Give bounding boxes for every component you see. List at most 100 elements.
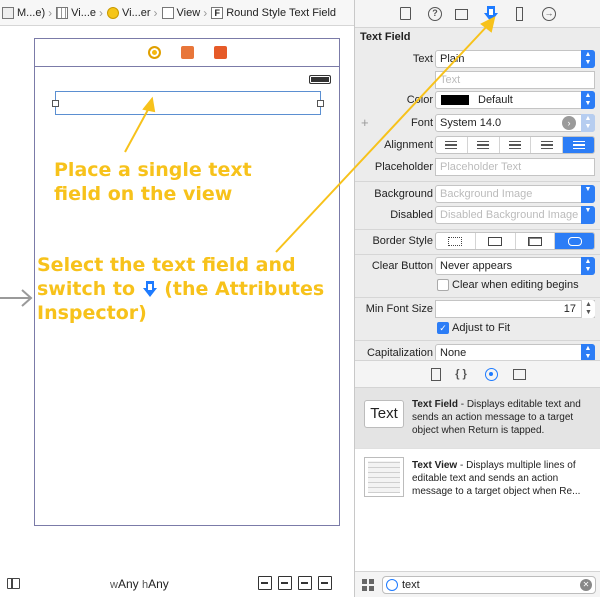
popup-value: Never appears	[440, 260, 513, 272]
popup-chevron-icon: ▲ ▼	[581, 50, 595, 68]
resize-handle-right[interactable]	[317, 100, 324, 107]
text-value-field[interactable]: Text	[435, 71, 595, 89]
crumb-scene[interactable]: Vi...e ›	[56, 0, 107, 25]
selected-text-field[interactable]	[52, 91, 324, 115]
align-center-icon[interactable]	[468, 137, 500, 153]
attributes-inspector: Text Field Text Plain ▲ ▼ Text Color Defa…	[355, 28, 600, 362]
border-style-row: Border Style	[355, 232, 600, 250]
border-style-segmented-control[interactable]	[435, 232, 595, 250]
border-bezel-icon[interactable]	[516, 233, 556, 249]
field-value: 17	[563, 303, 576, 315]
attributes-inspector-icon[interactable]	[483, 4, 499, 24]
combo-chevron-icon: ▼	[581, 206, 595, 224]
inspector-selector-bar: ? →	[355, 0, 600, 28]
pin-icon[interactable]	[298, 576, 312, 590]
font-picker-icon[interactable]: ›	[562, 116, 576, 130]
attributes-inspector-icon	[142, 281, 157, 297]
divider	[355, 254, 600, 255]
object-library-icon[interactable]	[485, 368, 498, 381]
size-class-any: Any	[148, 577, 169, 591]
library-item-text-view[interactable]: Text View - Displays multiple lines of e…	[355, 449, 600, 509]
clear-filter-icon[interactable]: ✕	[580, 579, 592, 591]
divider	[355, 181, 600, 182]
border-rounded-icon[interactable]	[555, 233, 594, 249]
library-item-text-field[interactable]: Text Text Field - Displays editable text…	[355, 388, 600, 448]
combo-value: Disabled Background Image	[440, 209, 579, 221]
resolve-auto-layout-icon[interactable]	[318, 576, 332, 590]
first-responder-icon[interactable]	[180, 46, 194, 59]
instruction-place-text-field: Place a single text field on the view	[54, 159, 252, 205]
grid-view-icon[interactable]	[362, 579, 374, 591]
media-library-icon[interactable]	[513, 369, 526, 380]
battery-icon	[309, 75, 331, 84]
scene-icon	[56, 6, 69, 19]
align-icon[interactable]	[278, 576, 292, 590]
document-outline-toggle-icon[interactable]	[7, 578, 20, 589]
chevron-right-icon: ›	[48, 5, 53, 20]
popup-value: None	[440, 347, 467, 359]
library-item-title: Text Field	[412, 399, 458, 410]
crumb-view-controller[interactable]: Vi...er ›	[107, 0, 162, 25]
combo-chevron-icon: ▼	[581, 185, 595, 203]
text-row: Text Plain ▲ ▼	[355, 50, 600, 68]
text-field-icon: F	[211, 6, 224, 19]
color-popup[interactable]: Default ▲ ▼	[435, 91, 595, 109]
chevron-right-icon: ›	[153, 5, 158, 20]
disabled-image-combo[interactable]: Disabled Background Image ▼	[435, 206, 595, 224]
chevron-right-icon: ›	[99, 5, 103, 20]
filter-search-icon	[386, 579, 398, 591]
align-left-icon[interactable]	[436, 137, 468, 153]
font-size-stepper[interactable]: ▲ ▼	[581, 114, 595, 132]
connections-inspector-icon[interactable]: →	[542, 7, 556, 21]
size-class-button[interactable]: wAny hAny	[110, 577, 169, 591]
crumb-label: M...e)	[17, 6, 46, 19]
background-image-combo[interactable]: Background Image ▼	[435, 185, 595, 203]
library-filter-field[interactable]: text ✕	[382, 576, 596, 594]
disabled-label: Disabled	[390, 209, 433, 221]
object-library-list: Text Text Field - Displays editable text…	[355, 388, 600, 571]
align-natural-icon[interactable]	[563, 137, 594, 153]
code-snippet-icon[interactable]: { }	[455, 368, 467, 381]
section-title: Text Field	[360, 31, 411, 43]
clear-button-label: Clear Button	[371, 260, 433, 272]
min-font-size-stepper[interactable]: ▲ ▼	[581, 300, 595, 318]
crumb-view[interactable]: View ›	[161, 0, 212, 25]
size-inspector-icon[interactable]	[516, 7, 523, 21]
border-style-label: Border Style	[372, 235, 433, 247]
font-field[interactable]: System 14.0 › ▲ ▼	[435, 114, 595, 132]
min-font-size-field[interactable]: 17 ▲ ▼	[435, 300, 595, 318]
file-template-icon[interactable]	[431, 368, 441, 381]
library-item-description: Text View - Displays multiple lines of e…	[412, 459, 596, 498]
divider	[355, 229, 600, 230]
border-none-icon[interactable]	[436, 233, 476, 249]
placeholder-field[interactable]: Placeholder Text	[435, 158, 595, 176]
popup-value: Default	[478, 94, 513, 106]
font-label: Font	[410, 117, 433, 129]
border-line-icon[interactable]	[476, 233, 516, 249]
adjust-to-fit-checkbox[interactable]: ✓	[437, 322, 449, 334]
color-swatch	[441, 95, 469, 105]
alignment-segmented-control[interactable]	[435, 136, 595, 154]
clear-when-editing-checkbox[interactable]	[437, 279, 449, 291]
stack-icon[interactable]	[258, 576, 272, 590]
ib-canvas[interactable]: M...e) › Vi...e › Vi...er › View › F Rou…	[0, 0, 354, 597]
file-inspector-icon[interactable]	[400, 7, 411, 20]
clear-button-popup[interactable]: Never appears ▲ ▼	[435, 257, 595, 275]
text-type-popup[interactable]: Plain ▲ ▼	[435, 50, 595, 68]
crumb-text-field[interactable]: F Round Style Text Field	[211, 0, 336, 25]
identity-inspector-icon[interactable]	[455, 9, 468, 20]
placeholder-label: Placeholder	[374, 161, 433, 173]
alignment-label: Alignment	[384, 139, 433, 151]
divider	[355, 340, 600, 341]
crumb-main[interactable]: M...e) ›	[2, 0, 56, 25]
background-label: Background	[374, 188, 433, 200]
resize-handle-left[interactable]	[52, 100, 59, 107]
text-value-row: Text	[355, 71, 600, 89]
exit-icon[interactable]	[213, 46, 227, 59]
align-right-icon[interactable]	[500, 137, 532, 153]
quick-help-icon[interactable]: ?	[428, 7, 442, 21]
disabled-row: Disabled Disabled Background Image ▼	[355, 206, 600, 224]
align-justify-icon[interactable]	[531, 137, 564, 153]
add-variation-icon[interactable]: +	[361, 115, 369, 130]
view-controller-icon[interactable]	[147, 46, 161, 59]
